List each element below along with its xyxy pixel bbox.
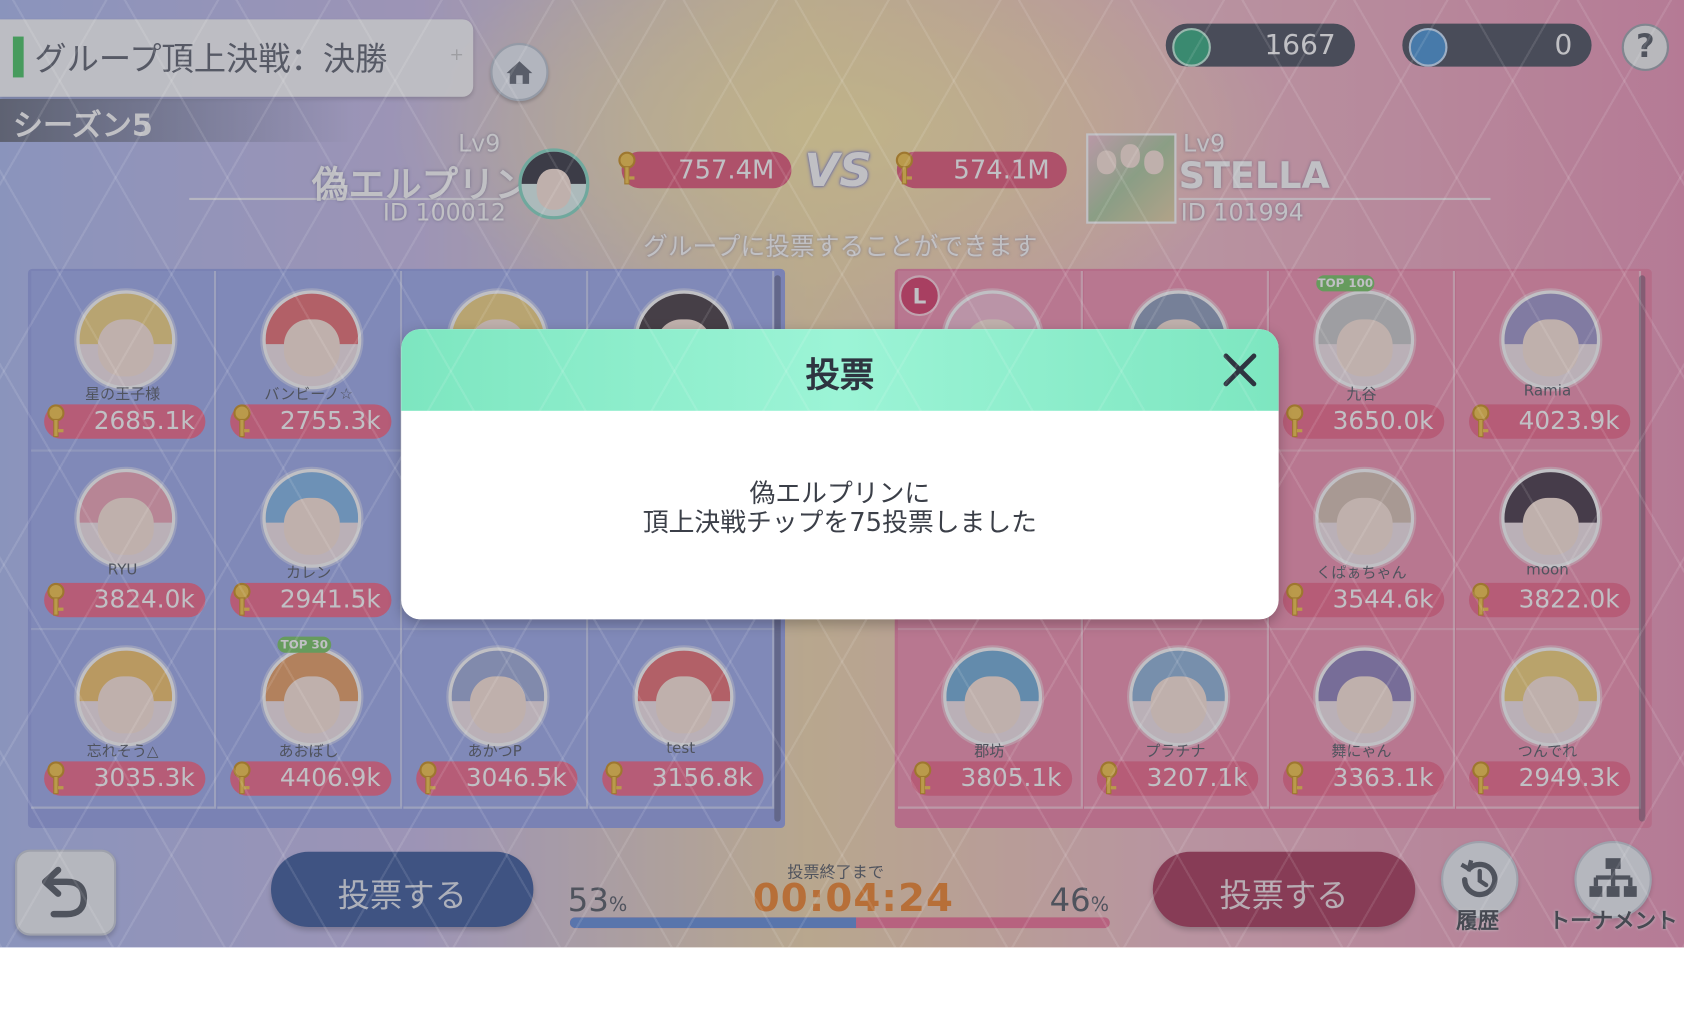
dialog-message: 偽エルプリンに 頂上決戦チップを75投票しました — [401, 478, 1279, 538]
vote-confirmation-dialog: 投票 偽エルプリンに 頂上決戦チップを75投票しました — [401, 329, 1279, 620]
dialog-title: 投票 — [805, 354, 875, 396]
dialog-message-line-1: 偽エルプリンに — [749, 478, 931, 509]
game-screen: グループ頂上決戦：決勝 + シーズン5 1667 0 ? Lv9 偽エルプリン … — [0, 0, 1684, 948]
dialog-message-line-2: 頂上決戦チップを75投票しました — [642, 507, 1037, 538]
close-icon[interactable] — [1221, 351, 1260, 390]
